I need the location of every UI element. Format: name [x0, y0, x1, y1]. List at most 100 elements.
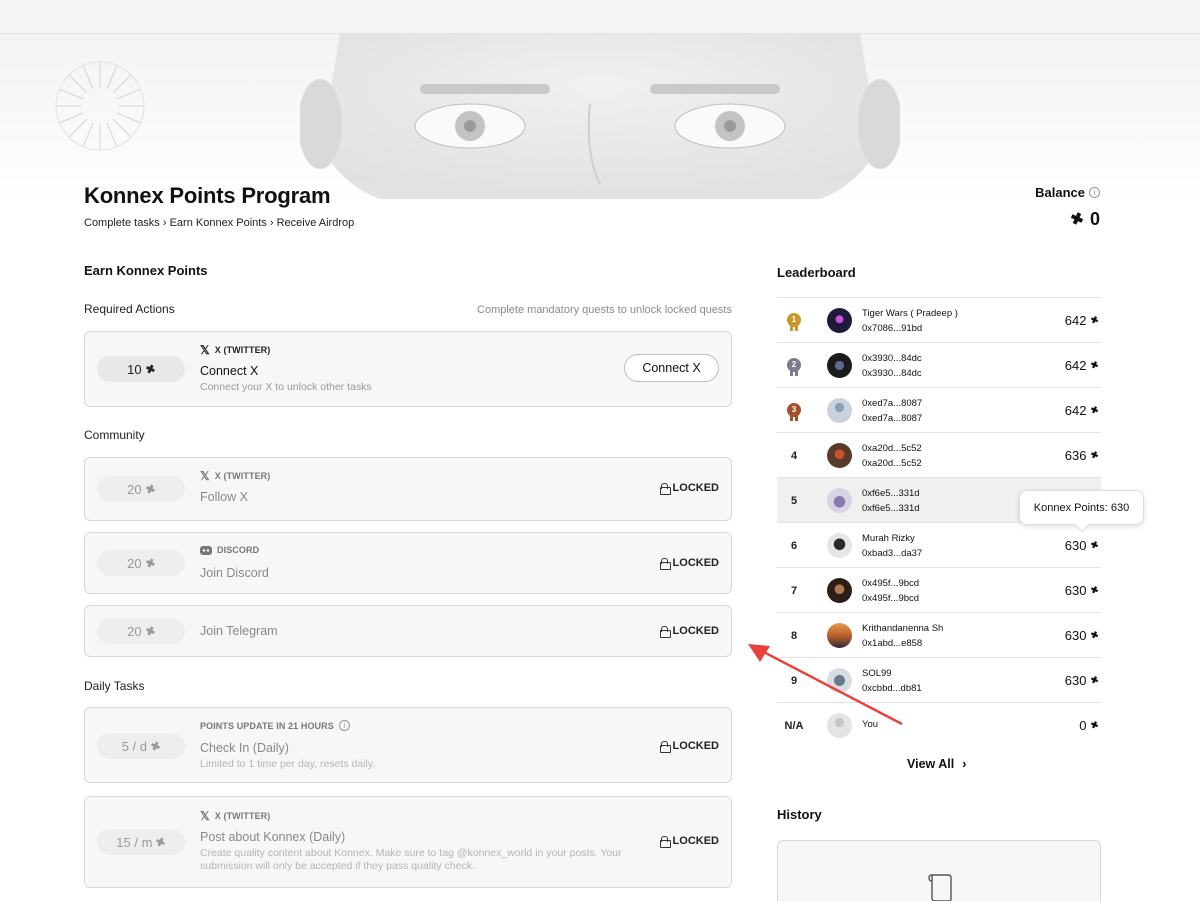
leaderboard-row[interactable]: 6 Murah Rizky 0xbad3...da37 630 ✖	[777, 523, 1101, 568]
view-all-link[interactable]: View All ›	[907, 757, 966, 771]
leaderboard-row[interactable]: 3 0xed7a...8087 0xed7a...8087 642 ✖	[777, 388, 1101, 433]
x-logo-icon: 𝕏	[200, 469, 210, 483]
konnex-points-icon: ✖	[149, 739, 163, 754]
leaderboard-row[interactable]: 8 Krithandanenna Sh 0x1abd...e858 630 ✖	[777, 613, 1101, 658]
player-points: 642 ✖	[1064, 298, 1101, 343]
medal-ribbon	[790, 324, 798, 331]
points-value: 642	[1064, 358, 1087, 373]
player-name: 0x495f...9bcd	[862, 578, 920, 589]
konnex-points-icon: ✖	[1089, 584, 1101, 597]
top-bar	[0, 0, 1200, 34]
points-value: 20	[127, 481, 142, 497]
balance-label-text: Balance	[1035, 185, 1085, 200]
leaderboard-title: Leaderboard	[777, 265, 856, 280]
balance-label: Balance i	[1035, 185, 1100, 200]
player-points: 630 ✖	[1064, 658, 1101, 703]
task-name: Join Discord	[200, 566, 269, 580]
player-name: 0xf6e5...331d	[862, 488, 920, 499]
konnex-points-icon: ✖	[143, 482, 157, 497]
task-platform: 𝕏 X (TWITTER)	[200, 809, 270, 823]
avatar	[827, 713, 852, 738]
locked-label: LOCKED	[672, 557, 719, 569]
balance-value: ✖ 0	[1069, 209, 1100, 230]
scroll-icon	[928, 874, 952, 901]
connect-x-button[interactable]: Connect X	[624, 354, 719, 382]
page-title: Konnex Points Program	[84, 183, 331, 208]
konnex-points-icon: ✖	[143, 362, 157, 377]
daily-tasks-title: Daily Tasks	[84, 679, 145, 693]
konnex-points-icon: ✖	[1089, 314, 1101, 327]
leaderboard-row[interactable]: 2 0x3930...84dc 0x3930...84dc 642 ✖	[777, 343, 1101, 388]
task-name: Connect X	[200, 364, 259, 378]
locked-status: LOCKED	[659, 625, 719, 638]
konnex-points-icon: ✖	[1089, 449, 1101, 462]
info-icon[interactable]: i	[1089, 187, 1100, 198]
konnex-points-icon: ✖	[1089, 404, 1101, 417]
player-name: 0xed7a...8087	[862, 398, 923, 409]
konnex-points-icon: ✖	[1089, 674, 1101, 687]
rank-number: 5	[790, 494, 798, 507]
locked-status: LOCKED	[659, 740, 719, 753]
x-logo-icon: 𝕏	[200, 343, 210, 357]
platform-label: X (TWITTER)	[214, 811, 271, 821]
community-title: Community	[84, 428, 145, 442]
player-address: 0xbad3...da37	[862, 548, 923, 559]
silver-medal-icon: 2	[785, 356, 803, 376]
task-check-in: 5 / d ✖ POINTS UPDATE IN 21 HOURS i Chec…	[84, 707, 732, 783]
rank-number: 4	[790, 449, 798, 462]
breadcrumb: Complete tasks › Earn Konnex Points › Re…	[84, 217, 355, 229]
points-value: 636	[1064, 448, 1087, 463]
player-address: 0x3930...84dc	[862, 368, 922, 379]
avatar	[827, 398, 852, 423]
player-points: 642 ✖	[1064, 343, 1101, 388]
leaderboard-row-you[interactable]: N/A You 0 ✖	[777, 703, 1101, 748]
earn-section-title: Earn Konnex Points	[84, 263, 208, 278]
points-value: 630	[1064, 583, 1087, 598]
required-actions-title: Required Actions	[84, 302, 175, 316]
points-pill: 5 / d ✖	[97, 733, 185, 759]
konnex-points-icon: ✖	[1089, 359, 1101, 372]
konnex-points-icon: ✖	[154, 835, 168, 850]
locked-label: LOCKED	[672, 625, 719, 637]
hero-banner	[0, 34, 1200, 204]
history-title: History	[777, 807, 822, 822]
lock-icon	[659, 558, 671, 570]
avatar	[827, 668, 852, 693]
history-panel	[777, 840, 1101, 901]
task-follow-x: 20 ✖ 𝕏 X (TWITTER) Follow X LOCKED	[84, 457, 732, 521]
medal-ribbon	[790, 369, 798, 376]
konnex-points-icon: ✖	[1089, 629, 1101, 642]
points-value: 630	[1064, 673, 1087, 688]
rank-cell: 3	[777, 388, 811, 433]
points-pill: 15 / m ✖	[97, 829, 185, 855]
points-pill: 20 ✖	[97, 476, 185, 502]
leaderboard-row[interactable]: 9 SOL99 0xcbbd...db81 630 ✖	[777, 658, 1101, 703]
leaderboard-row[interactable]: 7 0x495f...9bcd 0x495f...9bcd 630 ✖	[777, 568, 1101, 613]
player-address: 0xed7a...8087	[862, 413, 923, 424]
rank-number: N/A	[784, 719, 804, 732]
platform-label: POINTS UPDATE IN 21 HOURS	[200, 720, 334, 731]
task-description: Connect your X to unlock other tasks	[200, 381, 372, 393]
rank-number: 9	[790, 674, 798, 687]
player-name: SOL99	[862, 668, 892, 679]
player-name: Tiger Wars ( Pradeep )	[862, 308, 958, 319]
info-icon[interactable]: i	[338, 720, 350, 731]
task-join-discord: 20 ✖ DISCORD Join Discord LOCKED	[84, 532, 732, 594]
konnex-points-icon: ✖	[143, 556, 157, 571]
player-address: 0xa20d...5c52	[862, 458, 922, 469]
leaderboard-row[interactable]: 4 0xa20d...5c52 0xa20d...5c52 636 ✖	[777, 433, 1101, 478]
points-value: 5 / d	[121, 738, 148, 754]
task-description: Limited to 1 time per day, resets daily.	[200, 758, 376, 770]
platform-label: X (TWITTER)	[214, 471, 271, 481]
player-address: 0x7086...91bd	[862, 323, 923, 334]
points-value: 642	[1064, 313, 1087, 328]
task-name: Follow X	[200, 490, 248, 504]
lock-icon	[659, 626, 671, 638]
player-points: 630 ✖	[1065, 613, 1101, 658]
view-all-label: View All	[907, 757, 955, 771]
lock-icon	[659, 836, 671, 848]
player-name: Krithandanenna Sh	[862, 623, 944, 634]
leaderboard-row[interactable]: 1 Tiger Wars ( Pradeep ) 0x7086...91bd 6…	[777, 298, 1101, 343]
avatar	[827, 308, 852, 333]
rank-cell: 1	[777, 298, 811, 343]
